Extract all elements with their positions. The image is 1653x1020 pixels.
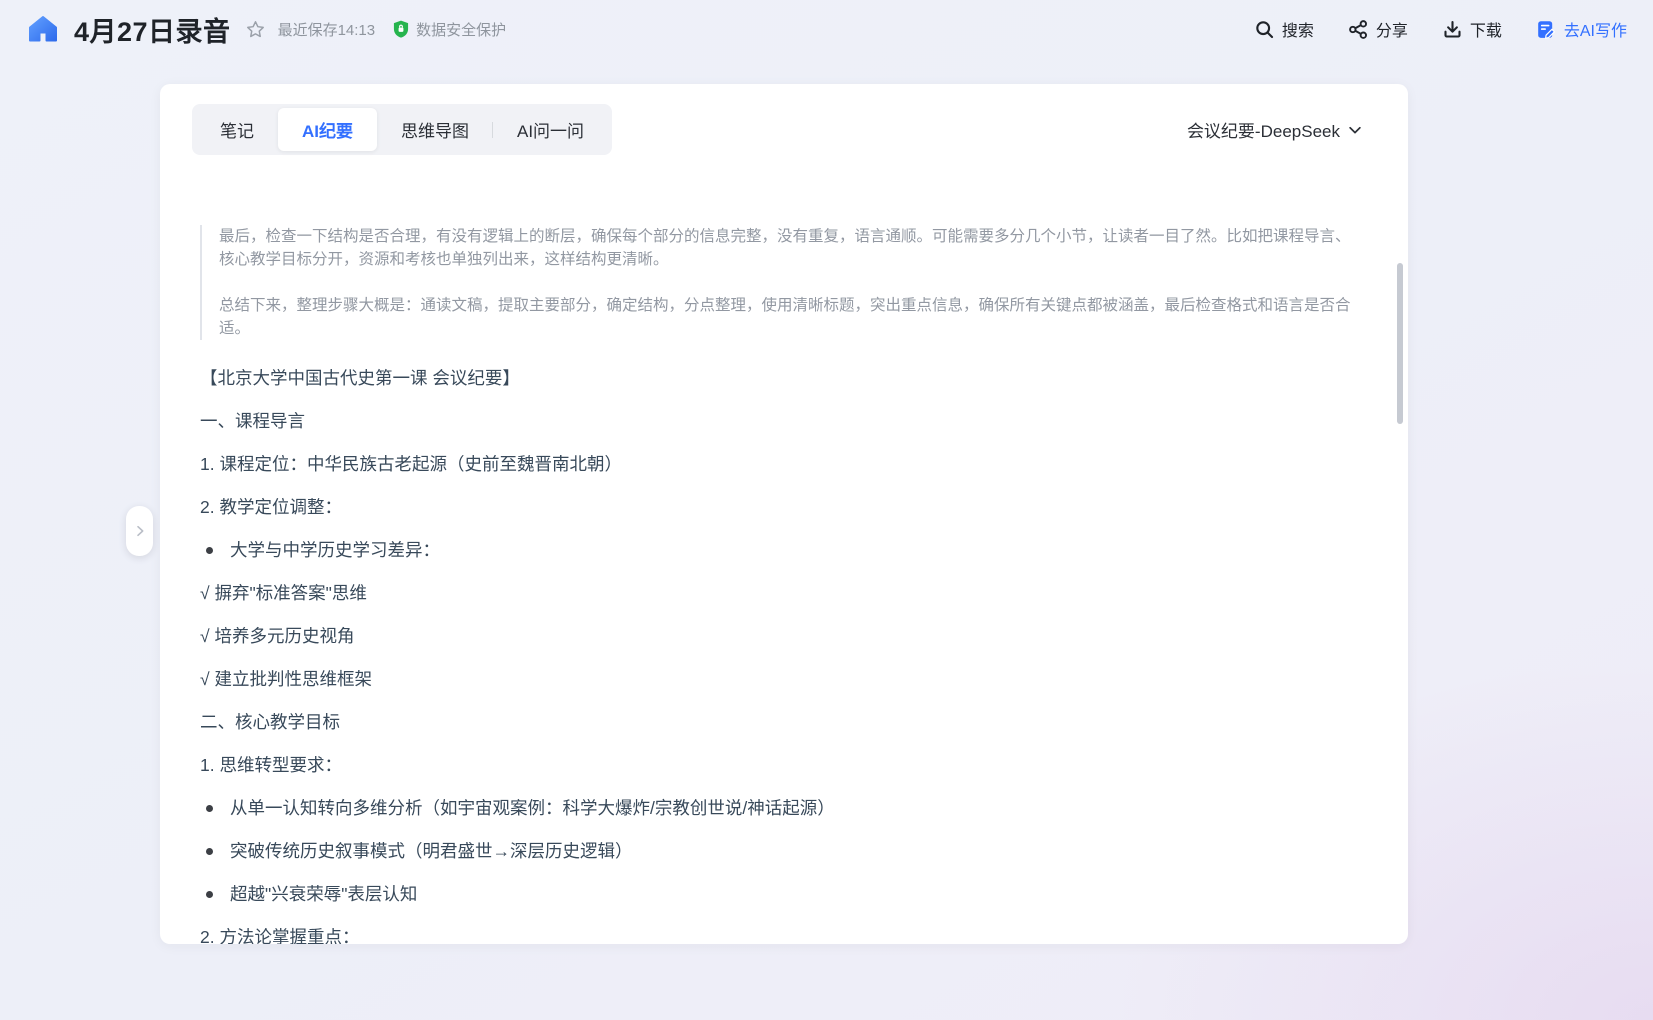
panel-header: 笔记 AI纪要 思维导图 AI问一问 会议纪要-DeepSeek — [160, 84, 1408, 155]
download-label: 下载 — [1470, 17, 1502, 41]
summary-type-label: 会议纪要-DeepSeek — [1187, 117, 1340, 142]
ai-writing-button[interactable]: 去AI写作 — [1536, 17, 1627, 41]
bullet-dot — [206, 891, 213, 898]
tab-label: AI问一问 — [517, 122, 584, 141]
summary-line: 超越"兴衰荣辱"表层认知 — [200, 882, 1362, 907]
tab-item[interactable]: AI纪要 — [278, 108, 377, 151]
summary-line-text: 2. 方法论掌握重点： — [200, 925, 359, 944]
summary-line: 一、课程导言 — [200, 409, 1362, 434]
share-icon — [1348, 19, 1369, 40]
summary-line: 大学与中学历史学习差异： — [200, 538, 1362, 563]
summary-line: √ 摒弃"标准答案"思维 — [200, 581, 1362, 606]
search-button[interactable]: 搜索 — [1254, 17, 1314, 41]
summary-line-text: 大学与中学历史学习差异： — [230, 538, 440, 563]
summary-line: 【北京大学中国古代史第一课 会议纪要】 — [200, 366, 1362, 391]
summary-line-text: 1. 课程定位：中华民族古老起源（史前至魏晋南北朝） — [200, 452, 622, 477]
star-icon — [245, 19, 266, 40]
summary-line-text: 从单一认知转向多维分析（如宇宙观案例：科学大爆炸/宗教创世说/神话起源） — [230, 796, 835, 821]
download-icon — [1442, 19, 1463, 40]
thinking-paragraph: 总结下来，整理步骤大概是：通读文稿，提取主要部分，确定结构，分点整理，使用清晰标… — [219, 294, 1362, 340]
tab-bar: 笔记 AI纪要 思维导图 AI问一问 — [192, 104, 612, 155]
summary-line: 从单一认知转向多维分析（如宇宙观案例：科学大爆炸/宗教创世说/神话起源） — [200, 796, 1362, 821]
tab-item[interactable]: 笔记 — [196, 108, 278, 151]
summary-line-text: √ 培养多元历史视角 — [200, 624, 354, 649]
scrollbar-thumb[interactable] — [1397, 263, 1403, 424]
shield-lock-icon — [391, 19, 411, 39]
download-button[interactable]: 下载 — [1442, 17, 1502, 41]
ai-writing-label: 去AI写作 — [1564, 17, 1627, 41]
tab-item[interactable]: 思维导图 — [377, 108, 493, 151]
share-label: 分享 — [1376, 17, 1408, 41]
tab-item[interactable]: AI问一问 — [493, 108, 608, 151]
topbar-actions: 搜索 分享 下载 — [1254, 17, 1627, 41]
summary-line-text: 突破传统历史叙事模式（明君盛世→深层历史逻辑） — [230, 839, 633, 864]
bullet-dot — [206, 848, 213, 855]
summary-line: 1. 思维转型要求： — [200, 753, 1362, 778]
summary-line-text: 超越"兴衰荣辱"表层认知 — [230, 882, 417, 907]
summary-text: 【北京大学中国古代史第一课 会议纪要】 一、课程导言 1. 课程定位：中华民族古… — [200, 366, 1362, 944]
bullet-dot — [206, 547, 213, 554]
topbar: 4月27日录音 最近保存14:13 数据安全保护 搜索 — [0, 0, 1653, 58]
summary-line-text: 【北京大学中国古代史第一课 会议纪要】 — [200, 366, 520, 391]
summary-line: 2. 教学定位调整： — [200, 495, 1362, 520]
summary-line: 二、核心教学目标 — [200, 710, 1362, 735]
share-button[interactable]: 分享 — [1348, 17, 1408, 41]
summary-line-text: 二、核心教学目标 — [200, 710, 340, 735]
ai-thinking-block: 最后，检查一下结构是否合理，有没有逻辑上的断层，确保每个部分的信息完整，没有重复… — [200, 225, 1362, 340]
search-icon — [1254, 19, 1275, 40]
security-label: 数据安全保护 — [416, 19, 506, 40]
summary-line: 1. 课程定位：中华民族古老起源（史前至魏晋南北朝） — [200, 452, 1362, 477]
tab-label: 思维导图 — [401, 122, 469, 141]
summary-line: 2. 方法论掌握重点： — [200, 925, 1362, 944]
summary-line-text: √ 建立批判性思维框架 — [200, 667, 372, 692]
tab-label: 笔记 — [220, 122, 254, 141]
main-panel: 笔记 AI纪要 思维导图 AI问一问 会议纪要-DeepSeek 最后，检查一下… — [160, 84, 1408, 944]
summary-content: 最后，检查一下结构是否合理，有没有逻辑上的断层，确保每个部分的信息完整，没有重复… — [160, 155, 1408, 944]
summary-line: √ 建立批判性思维框架 — [200, 667, 1362, 692]
summary-line-text: 1. 思维转型要求： — [200, 753, 342, 778]
chevron-right-icon — [132, 523, 148, 539]
summary-line: 突破传统历史叙事模式（明君盛世→深层历史逻辑） — [200, 839, 1362, 864]
ai-writing-icon — [1536, 19, 1557, 40]
search-label: 搜索 — [1282, 17, 1314, 41]
thinking-paragraph: 最后，检查一下结构是否合理，有没有逻辑上的断层，确保每个部分的信息完整，没有重复… — [219, 225, 1362, 271]
home-icon — [27, 13, 59, 45]
save-status: 最近保存14:13 — [278, 19, 376, 40]
page-title: 4月27日录音 — [74, 10, 231, 49]
security-badge: 数据安全保护 — [391, 19, 506, 40]
summary-type-dropdown[interactable]: 会议纪要-DeepSeek — [1187, 117, 1364, 142]
home-button[interactable] — [26, 12, 60, 46]
summary-line-text: √ 摒弃"标准答案"思维 — [200, 581, 367, 606]
bullet-dot — [206, 805, 213, 812]
favorite-button[interactable] — [245, 19, 266, 40]
chevron-down-icon — [1346, 121, 1364, 139]
tab-label: AI纪要 — [302, 122, 353, 141]
sidebar-expand-button[interactable] — [126, 506, 153, 556]
summary-line-text: 一、课程导言 — [200, 409, 305, 434]
summary-line: √ 培养多元历史视角 — [200, 624, 1362, 649]
summary-line-text: 2. 教学定位调整： — [200, 495, 342, 520]
